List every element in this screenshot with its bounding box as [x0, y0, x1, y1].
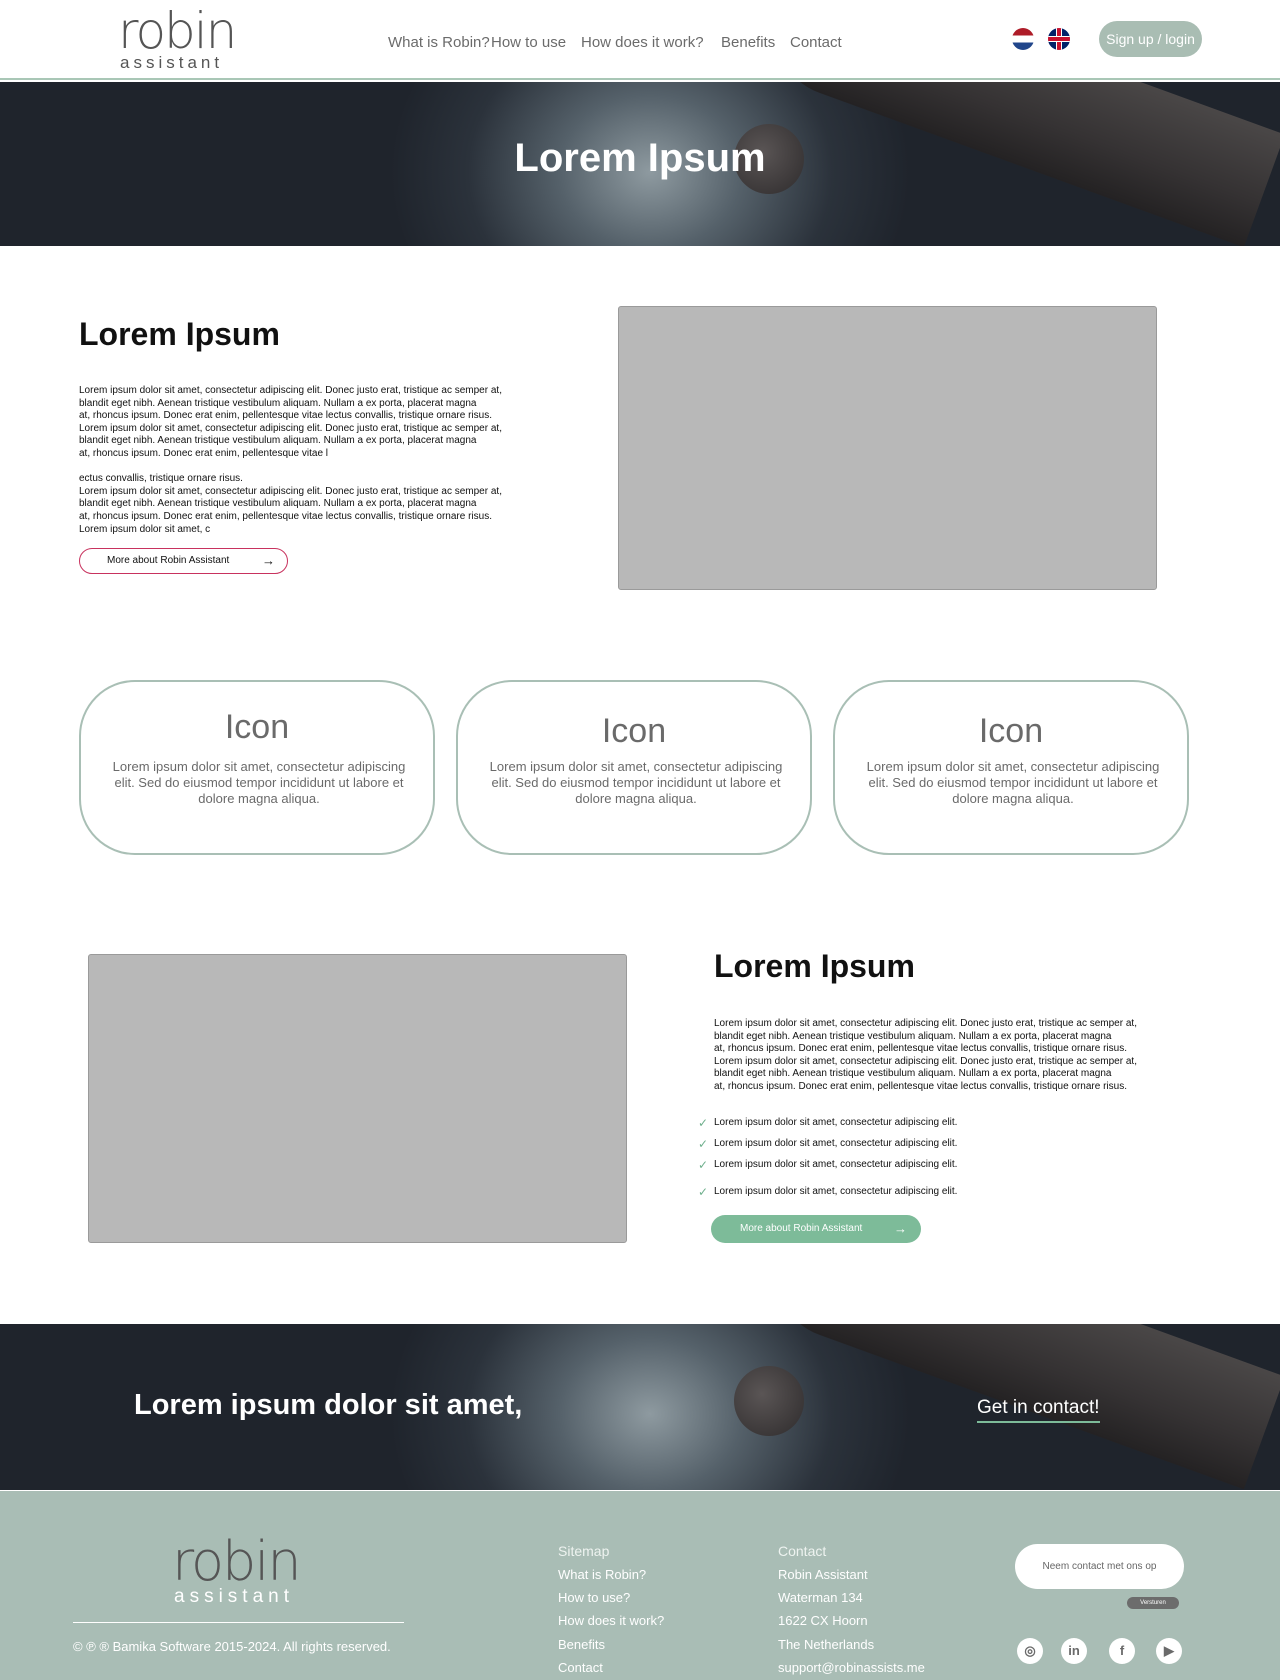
hero-banner: Lorem Ipsum: [0, 82, 1280, 246]
youtube-icon[interactable]: ▶: [1156, 1638, 1182, 1664]
checklist-text: Lorem ipsum dolor sit amet, consectetur …: [714, 1186, 958, 1197]
footer-logo-subtitle: assistant: [174, 1586, 294, 1607]
signup-login-button[interactable]: Sign up / login: [1099, 21, 1202, 57]
footer-link-benefits[interactable]: Benefits: [558, 1637, 605, 1652]
card-icon-placeholder: Icon: [978, 712, 1044, 750]
card-text: Lorem ipsum dolor sit amet, consectetur …: [866, 759, 1160, 806]
cta-headline: Lorem ipsum dolor sit amet,: [134, 1389, 523, 1421]
contact-postcode: 1622 CX Hoorn: [778, 1613, 868, 1628]
footer-logo-wordmark: robin: [172, 1530, 302, 1593]
contact-street: Waterman 134: [778, 1590, 863, 1605]
section2-paragraph: Lorem ipsum dolor sit amet, consectetur …: [714, 1018, 1137, 1092]
contact-country: The Netherlands: [778, 1637, 875, 1652]
checklist-text: Lorem ipsum dolor sit amet, consectetur …: [714, 1117, 958, 1128]
more-about-label: More about Robin Assistant: [740, 1223, 863, 1234]
section2-title: Lorem Ipsum: [714, 948, 915, 984]
more-about-label: More about Robin Assistant: [107, 555, 230, 566]
instagram-icon[interactable]: ◎: [1017, 1638, 1043, 1664]
check-icon: ✓: [698, 1185, 709, 1199]
site-footer: robin assistant © ℗ ® Bamika Software 20…: [0, 1491, 1280, 1680]
card-icon-placeholder: Icon: [601, 712, 667, 750]
checklist-item: ✓ Lorem ipsum dolor sit amet, consectetu…: [698, 1116, 958, 1130]
check-icon: ✓: [698, 1116, 709, 1130]
footer-link-contact[interactable]: Contact: [558, 1660, 603, 1675]
checklist-text: Lorem ipsum dolor sit amet, consectetur …: [714, 1138, 958, 1149]
flag-uk-icon[interactable]: [1048, 28, 1070, 50]
more-about-button[interactable]: More about Robin Assistant →: [79, 548, 288, 574]
linkedin-icon[interactable]: in: [1061, 1638, 1087, 1664]
image-placeholder-2: [88, 954, 627, 1243]
card-icon-placeholder: Icon: [224, 708, 290, 746]
send-button[interactable]: Versturen: [1127, 1597, 1179, 1609]
arrow-right-icon: →: [262, 553, 275, 568]
logo-subtitle: assistant: [120, 53, 224, 72]
nav-benefits[interactable]: Benefits: [721, 34, 775, 51]
feature-card-3: Icon Lorem ipsum dolor sit amet, consect…: [833, 680, 1189, 855]
checklist-text: Lorem ipsum dolor sit amet, consectetur …: [714, 1159, 958, 1170]
copyright-text: © ℗ ® Bamika Software 2015-2024. All rig…: [73, 1639, 391, 1654]
cta-fingertip: [734, 1366, 804, 1436]
checklist-item: ✓ Lorem ipsum dolor sit amet, consectetu…: [698, 1185, 958, 1199]
sitemap-title: Sitemap: [558, 1543, 610, 1559]
nav-how-to-use[interactable]: How to use: [491, 34, 566, 51]
checklist-item: ✓ Lorem ipsum dolor sit amet, consectetu…: [698, 1158, 958, 1172]
nav-how-does-it-work[interactable]: How does it work?: [581, 34, 704, 51]
get-in-contact-link[interactable]: Get in contact!: [977, 1397, 1100, 1423]
nav-what-is-robin[interactable]: What is Robin?: [388, 34, 490, 51]
site-header: robin assistant What is Robin? How to us…: [0, 0, 1280, 80]
logo-wordmark: robin: [118, 2, 237, 60]
card-text: Lorem ipsum dolor sit amet, consectetur …: [112, 759, 406, 806]
image-placeholder-1: [618, 306, 1157, 590]
footer-logo[interactable]: robin assistant: [172, 1530, 312, 1607]
nav-contact[interactable]: Contact: [790, 34, 842, 51]
card-text: Lorem ipsum dolor sit amet, consectetur …: [489, 759, 783, 806]
footer-link-what-is-robin[interactable]: What is Robin?: [558, 1567, 646, 1582]
hero-title: Lorem Ipsum: [514, 136, 766, 180]
checklist-item: ✓ Lorem ipsum dolor sit amet, consectetu…: [698, 1137, 958, 1151]
flag-nl-icon[interactable]: [1012, 28, 1034, 50]
arrow-right-icon: →: [894, 1221, 907, 1236]
footer-link-how-to-use[interactable]: How to use?: [558, 1590, 630, 1605]
contact-email-link[interactable]: support@robinassists.me: [778, 1660, 925, 1675]
feature-card-1: Icon Lorem ipsum dolor sit amet, consect…: [79, 680, 435, 855]
contact-title: Contact: [778, 1543, 827, 1559]
check-icon: ✓: [698, 1137, 709, 1151]
robin-logo[interactable]: robin assistant: [118, 6, 237, 72]
facebook-icon[interactable]: f: [1109, 1638, 1135, 1664]
footer-link-how-does-it-work[interactable]: How does it work?: [558, 1613, 664, 1628]
contact-company: Robin Assistant: [778, 1567, 868, 1582]
section1-paragraph: Lorem ipsum dolor sit amet, consectetur …: [79, 385, 502, 535]
check-icon: ✓: [698, 1158, 709, 1172]
contact-input[interactable]: Neem contact met ons op: [1015, 1544, 1184, 1589]
cta-banner: Lorem ipsum dolor sit amet, Get in conta…: [0, 1324, 1280, 1490]
section1-title: Lorem Ipsum: [79, 316, 280, 352]
footer-divider: [73, 1622, 404, 1623]
feature-card-2: Icon Lorem ipsum dolor sit amet, consect…: [456, 680, 812, 855]
more-about-button-green[interactable]: More about Robin Assistant →: [711, 1215, 921, 1243]
